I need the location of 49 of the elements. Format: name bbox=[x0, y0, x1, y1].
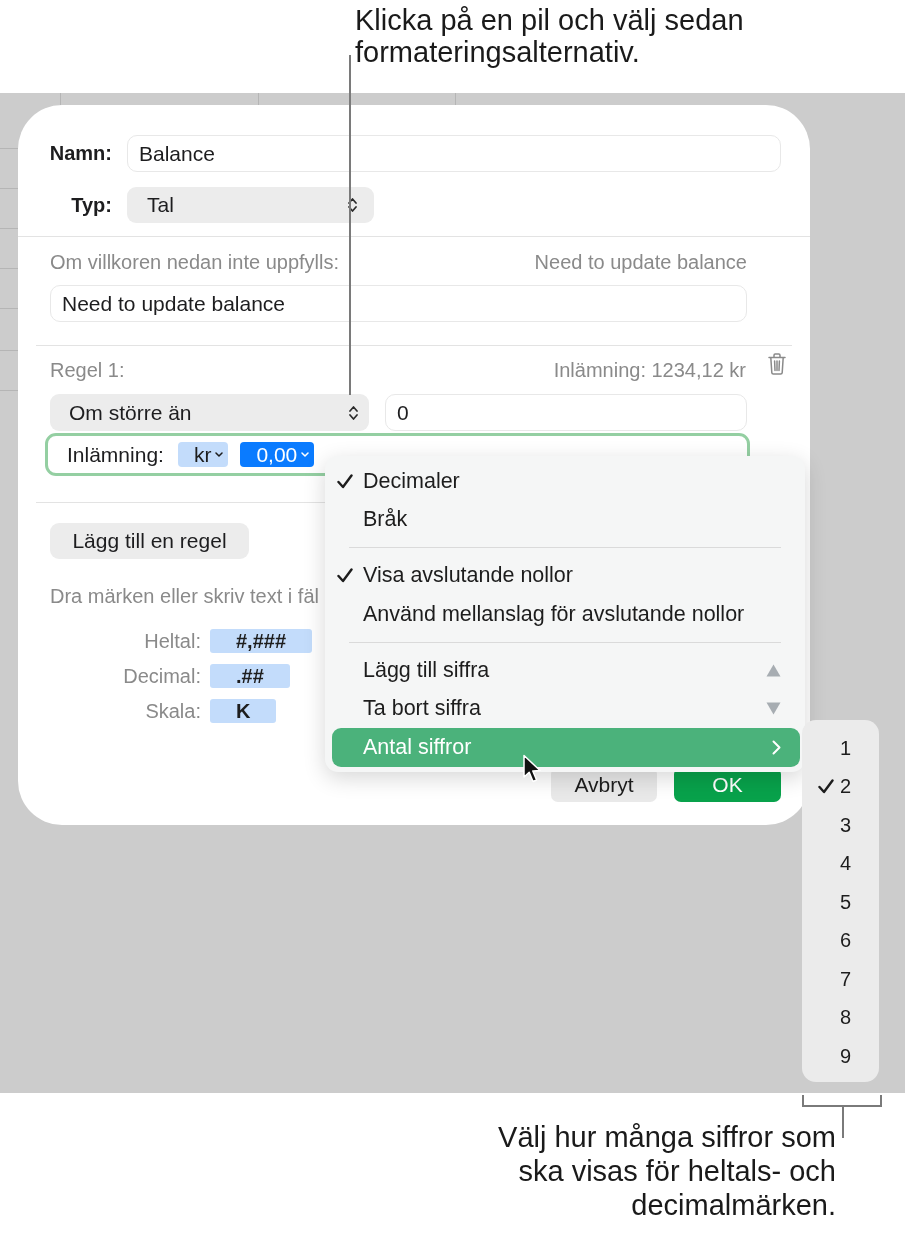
format-token[interactable]: .## bbox=[210, 664, 290, 688]
checkmark-icon bbox=[337, 568, 353, 584]
submenu-item[interactable]: 2 bbox=[802, 767, 879, 806]
submenu-item[interactable]: 8 bbox=[802, 998, 879, 1037]
fallback-preview: Need to update balance bbox=[534, 251, 747, 273]
submenu-item[interactable]: 6 bbox=[802, 921, 879, 960]
submenu-item[interactable]: 3 bbox=[802, 806, 879, 845]
name-field[interactable]: Balance bbox=[127, 135, 781, 172]
submenu-item[interactable]: 5 bbox=[802, 883, 879, 922]
rule-label: Regel 1: bbox=[50, 359, 125, 381]
chevron-right-icon bbox=[772, 739, 781, 755]
name-label: Namn: bbox=[48, 142, 112, 165]
updown-chevron-icon bbox=[349, 404, 358, 421]
format-token[interactable]: kr bbox=[177, 442, 229, 467]
token-row-label: Decimal: bbox=[122, 664, 201, 688]
chevron-down-icon bbox=[301, 452, 310, 457]
menu-item[interactable]: Ta bort siffra bbox=[332, 689, 800, 728]
add-rule-button[interactable]: Lägg till en regel bbox=[50, 523, 249, 559]
condition-popup[interactable]: Om större än bbox=[50, 394, 369, 431]
value-field[interactable]: 0 bbox=[385, 394, 747, 431]
menu-item[interactable]: Använd mellanslag för avslutande nollor bbox=[332, 595, 800, 634]
format-label: Inlämning: bbox=[67, 442, 164, 467]
type-popup[interactable]: Tal bbox=[127, 187, 374, 223]
submenu-item[interactable]: 4 bbox=[802, 844, 879, 883]
menu-item[interactable]: Visa avslutande nollor bbox=[332, 556, 800, 595]
condition-label: Om villkoren nedan inte uppfylls: bbox=[50, 251, 340, 273]
fallback-text-field[interactable]: Need to update balance bbox=[50, 285, 747, 322]
chevron-down-icon bbox=[215, 452, 224, 457]
checkmark-icon bbox=[818, 779, 834, 795]
token-row-label: Heltal: bbox=[143, 629, 201, 653]
menu-item[interactable]: Lägg till siffra bbox=[332, 651, 800, 690]
callout-text: Klicka på en pil och välj sedan formateringsalternativ. bbox=[355, 4, 744, 68]
format-token[interactable]: 0,00 bbox=[240, 442, 315, 467]
menu-item[interactable]: Bråk bbox=[332, 500, 800, 539]
checkmark-icon bbox=[337, 473, 353, 489]
submenu-item[interactable]: 9 bbox=[802, 1037, 879, 1076]
format-token[interactable]: K bbox=[210, 699, 277, 723]
type-label: Typ: bbox=[70, 193, 112, 217]
down-triangle-icon bbox=[766, 702, 781, 716]
hint-text: Dra märken eller skriv text i fäl bbox=[50, 585, 319, 607]
rule-preview: Inlämning: 1234,12 kr bbox=[553, 359, 746, 381]
callout-text: Välj hur många siffror som ska visas för heltals- och decimalmärken. bbox=[498, 1120, 836, 1222]
updown-chevron-icon bbox=[348, 197, 357, 213]
trash-icon[interactable] bbox=[768, 353, 786, 375]
format-token[interactable]: #,### bbox=[210, 629, 313, 653]
up-triangle-icon bbox=[766, 663, 781, 677]
token-row-label: Skala: bbox=[144, 699, 201, 723]
submenu-item[interactable]: 1 bbox=[802, 729, 879, 768]
submenu-item[interactable]: 7 bbox=[802, 960, 879, 999]
